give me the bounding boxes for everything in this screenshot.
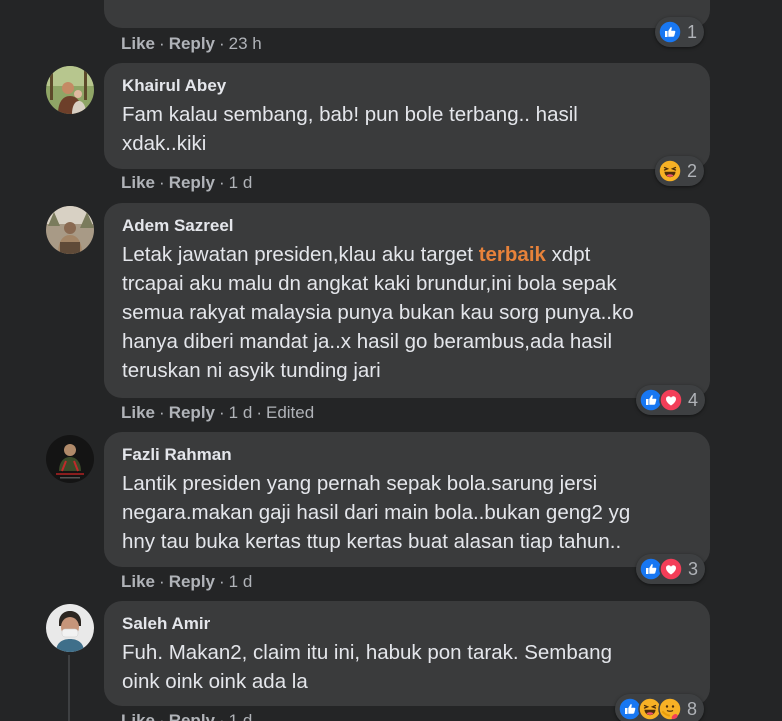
comment-bubble: Khairul Abey Fam kalau sembang, bab! pun… [104, 63, 710, 169]
like-icon [658, 20, 682, 44]
avatar[interactable] [46, 435, 94, 483]
reaction-count: 2 [687, 160, 698, 181]
haha-icon [658, 159, 682, 183]
love-icon [659, 388, 683, 412]
comment-timestamp[interactable]: 1 d [229, 403, 253, 422]
reaction-count: 8 [687, 698, 698, 719]
reaction-count: 3 [688, 558, 699, 579]
comment-actions: Like · Reply · 1 d · Edited [121, 403, 315, 422]
reply-button[interactable]: Reply [169, 711, 215, 721]
like-button[interactable]: Like [121, 711, 155, 721]
comment-text: Fuh. Makan2, claim itu ini, habuk pon ta… [122, 641, 612, 693]
avatar[interactable] [46, 604, 94, 652]
comment-bubble: Adem Sazreel Letak jawatan presiden,klau… [104, 203, 710, 398]
commenter-name[interactable]: Adem Sazreel [122, 215, 696, 237]
care-icon [658, 697, 682, 721]
reaction-summary[interactable]: 2 [655, 156, 705, 186]
reaction-summary[interactable]: 3 [636, 554, 706, 584]
reaction-count: 4 [688, 389, 699, 410]
like-button[interactable]: Like [121, 34, 155, 53]
comment-bubble: Saleh Amir Fuh. Makan2, claim itu ini, h… [104, 601, 710, 706]
comment-timestamp[interactable]: 1 d [229, 572, 253, 591]
reaction-count: 1 [687, 21, 698, 42]
reply-button[interactable]: Reply [169, 173, 215, 192]
comment-text-part: Letak jawatan presiden,klau aku target [122, 243, 479, 266]
reaction-summary[interactable]: 1 [655, 17, 705, 47]
comment-actions: Like · Reply · 1 d [121, 711, 252, 721]
comment-timestamp[interactable]: 23 h [229, 34, 262, 53]
like-button[interactable]: Like [121, 403, 155, 422]
like-button[interactable]: Like [121, 572, 155, 591]
commenter-name[interactable]: Fazli Rahman [122, 444, 696, 466]
edited-label[interactable]: Edited [266, 403, 314, 422]
comment-text: Letak jawatan presiden,klau aku target t… [122, 240, 696, 385]
reply-button[interactable]: Reply [169, 572, 215, 591]
comment-bubble-previous [104, 0, 710, 28]
reply-button[interactable]: Reply [169, 403, 215, 422]
reply-thread-line [68, 655, 70, 721]
commenter-name[interactable]: Saleh Amir [122, 613, 696, 635]
like-button[interactable]: Like [121, 173, 155, 192]
comment-bubble: Fazli Rahman Lantik presiden yang pernah… [104, 432, 710, 567]
reaction-summary[interactable]: 4 [636, 385, 706, 415]
comment-text: Lantik presiden yang pernah sepak bola.s… [122, 472, 631, 553]
comment-timestamp[interactable]: 1 d [229, 711, 253, 721]
avatar[interactable] [46, 206, 94, 254]
highlighted-keyword[interactable]: terbaik [479, 243, 546, 266]
avatar[interactable] [46, 66, 94, 114]
reply-button[interactable]: Reply [169, 34, 215, 53]
comment-timestamp[interactable]: 1 d [229, 173, 253, 192]
love-icon [659, 557, 683, 581]
comment-actions: Like · Reply · 1 d [121, 173, 253, 192]
comment-text: Fam kalau sembang, bab! pun bole terbang… [122, 103, 578, 155]
commenter-name[interactable]: Khairul Abey [122, 75, 696, 97]
comment-actions: Like · Reply · 23 h [121, 34, 262, 53]
comment-actions: Like · Reply · 1 d [121, 572, 253, 591]
reaction-summary[interactable]: 8 [615, 694, 705, 721]
comments-panel: 1 Like · Reply · 23 h Khairul Abey Fam kalau… [0, 0, 782, 721]
